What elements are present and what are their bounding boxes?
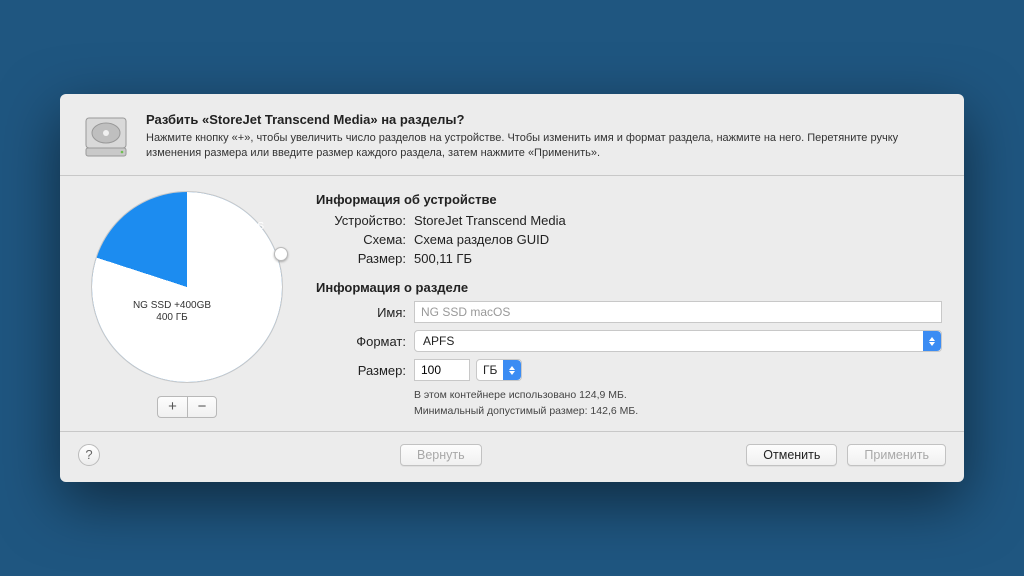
remove-partition-button[interactable]: − — [187, 396, 217, 418]
device-size-value: 500,11 ГБ — [414, 251, 942, 266]
cancel-button[interactable]: Отменить — [746, 444, 837, 466]
partition-dialog: Разбить «StoreJet Transcend Media» на ра… — [60, 94, 964, 481]
add-remove-segmented: + − — [157, 396, 217, 418]
partition-info-title: Информация о разделе — [316, 280, 942, 295]
dialog-title: Разбить «StoreJet Transcend Media» на ра… — [146, 112, 942, 127]
info-column: Информация об устройстве Устройство: Sto… — [316, 192, 942, 418]
device-size-label: Размер: — [316, 251, 406, 266]
format-select[interactable]: APFS — [414, 330, 942, 352]
name-label: Имя: — [316, 305, 406, 320]
scheme-value: Схема разделов GUID — [414, 232, 942, 247]
partition-pie-chart[interactable]: NG SS…acOS 100 ГБ NG SSD +400GB 400 ГБ — [92, 192, 282, 382]
dialog-body: NG SS…acOS 100 ГБ NG SSD +400GB 400 ГБ +… — [60, 176, 964, 430]
partition-pie-column: NG SS…acOS 100 ГБ NG SSD +400GB 400 ГБ +… — [82, 192, 292, 418]
disk-icon — [82, 112, 130, 160]
min-size-hint: Минимальный допустимый размер: 142,6 МБ. — [414, 404, 942, 418]
dialog-header: Разбить «StoreJet Transcend Media» на ра… — [60, 94, 964, 175]
size-unit-select[interactable]: ГБ — [476, 359, 522, 381]
chevron-updown-icon — [923, 331, 941, 351]
add-partition-button[interactable]: + — [157, 396, 187, 418]
chevron-updown-icon — [503, 360, 521, 380]
dialog-footer: ? Вернуть Отменить Применить — [60, 432, 964, 482]
device-value: StoreJet Transcend Media — [414, 213, 942, 228]
partition-size-input[interactable] — [414, 359, 470, 381]
pie-resize-handle[interactable] — [274, 247, 288, 261]
scheme-label: Схема: — [316, 232, 406, 247]
size-unit-value: ГБ — [483, 363, 497, 377]
size-label: Размер: — [316, 363, 406, 378]
device-info-title: Информация об устройстве — [316, 192, 942, 207]
apply-button[interactable]: Применить — [847, 444, 946, 466]
format-value: APFS — [423, 334, 454, 348]
used-space-hint: В этом контейнере использовано 124,9 МБ. — [414, 388, 942, 402]
device-label: Устройство: — [316, 213, 406, 228]
dialog-description: Нажмите кнопку «+», чтобы увеличить числ… — [146, 131, 942, 161]
revert-button[interactable]: Вернуть — [400, 444, 482, 466]
format-label: Формат: — [316, 334, 406, 349]
partition-name-input[interactable] — [414, 301, 942, 323]
help-button[interactable]: ? — [78, 444, 100, 466]
